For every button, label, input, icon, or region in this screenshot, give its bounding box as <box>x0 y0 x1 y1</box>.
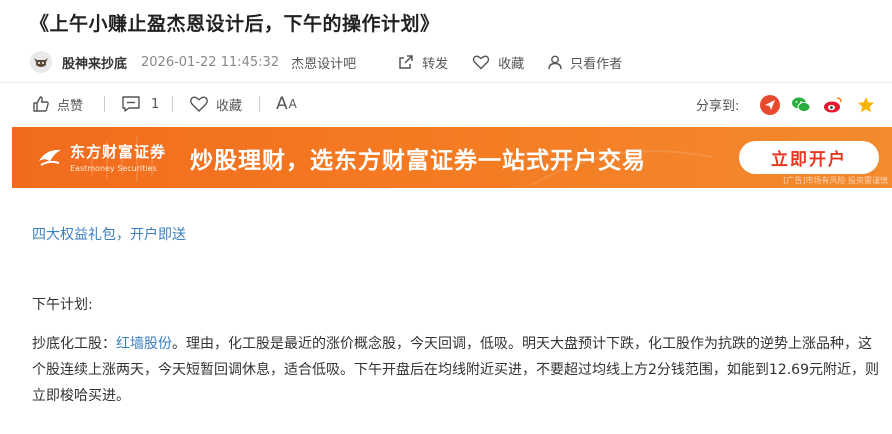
toolbar-favorite-label: 收藏 <box>216 98 243 114</box>
heart-icon <box>472 55 490 70</box>
toutiao-icon[interactable] <box>760 95 780 115</box>
open-account-button[interactable]: 立即开户 <box>739 141 879 174</box>
repost-button[interactable]: 转发 <box>398 53 448 72</box>
font-size-large-label: A <box>276 94 288 114</box>
author-name[interactable]: 股神来抄底 <box>62 53 127 72</box>
post-toolbar: 点赞 1 收藏 A A 分享到: <box>0 82 892 124</box>
weibo-icon[interactable] <box>823 95 843 115</box>
bull-avatar-icon <box>34 58 48 67</box>
wechat-icon[interactable] <box>791 95 811 115</box>
para-prefix: 抄底化工股： <box>32 336 116 352</box>
logo-en-text: Eastmoney Securities <box>70 164 157 173</box>
logo-cn-text: 东方财富证券 <box>70 143 167 161</box>
share-arrow-icon <box>399 55 413 69</box>
like-label: 点赞 <box>57 98 84 114</box>
post-title: 《上午小赚止盈杰恩设计后，下午的操作计划》 <box>30 13 440 35</box>
comment-count: 1 <box>151 96 160 112</box>
author-only-button[interactable]: 只看作者 <box>548 53 622 72</box>
star-icon[interactable] <box>856 95 876 115</box>
stock-link[interactable]: 红墙股份 <box>116 336 172 352</box>
eastmoney-logo: 东方财富证券 Eastmoney Securities <box>36 141 166 173</box>
forum-name[interactable]: 杰恩设计吧 <box>291 53 356 72</box>
comment-button[interactable]: 1 <box>121 83 159 125</box>
post-datetime: 2026-01-22 11:45:32 <box>141 54 280 70</box>
ad-disclaimer: [广告]市场有风险 投资需谨慎 <box>783 176 888 185</box>
font-size-small-label: A <box>288 97 297 111</box>
repost-label: 转发 <box>422 56 449 72</box>
author-only-label: 只看作者 <box>570 56 623 72</box>
post-header: 《上午小赚止盈杰恩设计后，下午的操作计划》 股神来抄底 2026-01-22 1… <box>0 0 892 82</box>
promo-link[interactable]: 四大权益礼包，开户即送 <box>32 224 186 244</box>
heart-icon <box>190 96 208 112</box>
avatar[interactable] <box>30 51 52 73</box>
share-label: 分享到: <box>696 98 740 114</box>
thumbs-up-icon <box>33 96 49 112</box>
toolbar-divider <box>104 96 105 112</box>
post-paragraph: 抄底化工股：红墙股份。理由，化工股是最近的涨价概念股，今天回调，低吸。明天大盘预… <box>32 331 884 409</box>
comment-icon <box>122 96 140 112</box>
banner-slogan: 炒股理财，选东方财富证券一站式开户交易 <box>190 148 646 174</box>
post-meta: 股神来抄底 2026-01-22 11:45:32 杰恩设计吧 转发 收藏 只看… <box>30 50 646 74</box>
toolbar-favorite-button[interactable]: 收藏 <box>189 83 242 125</box>
toolbar-divider <box>172 96 173 112</box>
like-button[interactable]: 点赞 <box>32 83 83 125</box>
toolbar-divider <box>259 96 260 112</box>
font-size-toggle[interactable]: A A <box>276 83 297 125</box>
favorite-label: 收藏 <box>498 56 525 72</box>
section-title: 下午计划: <box>32 297 93 313</box>
user-icon <box>548 55 562 69</box>
eastmoney-logo-icon <box>39 149 61 166</box>
ad-banner[interactable]: 东方财富证券 Eastmoney Securities 炒股理财，选东方财富证券… <box>12 127 892 188</box>
favorite-button[interactable]: 收藏 <box>472 53 524 72</box>
